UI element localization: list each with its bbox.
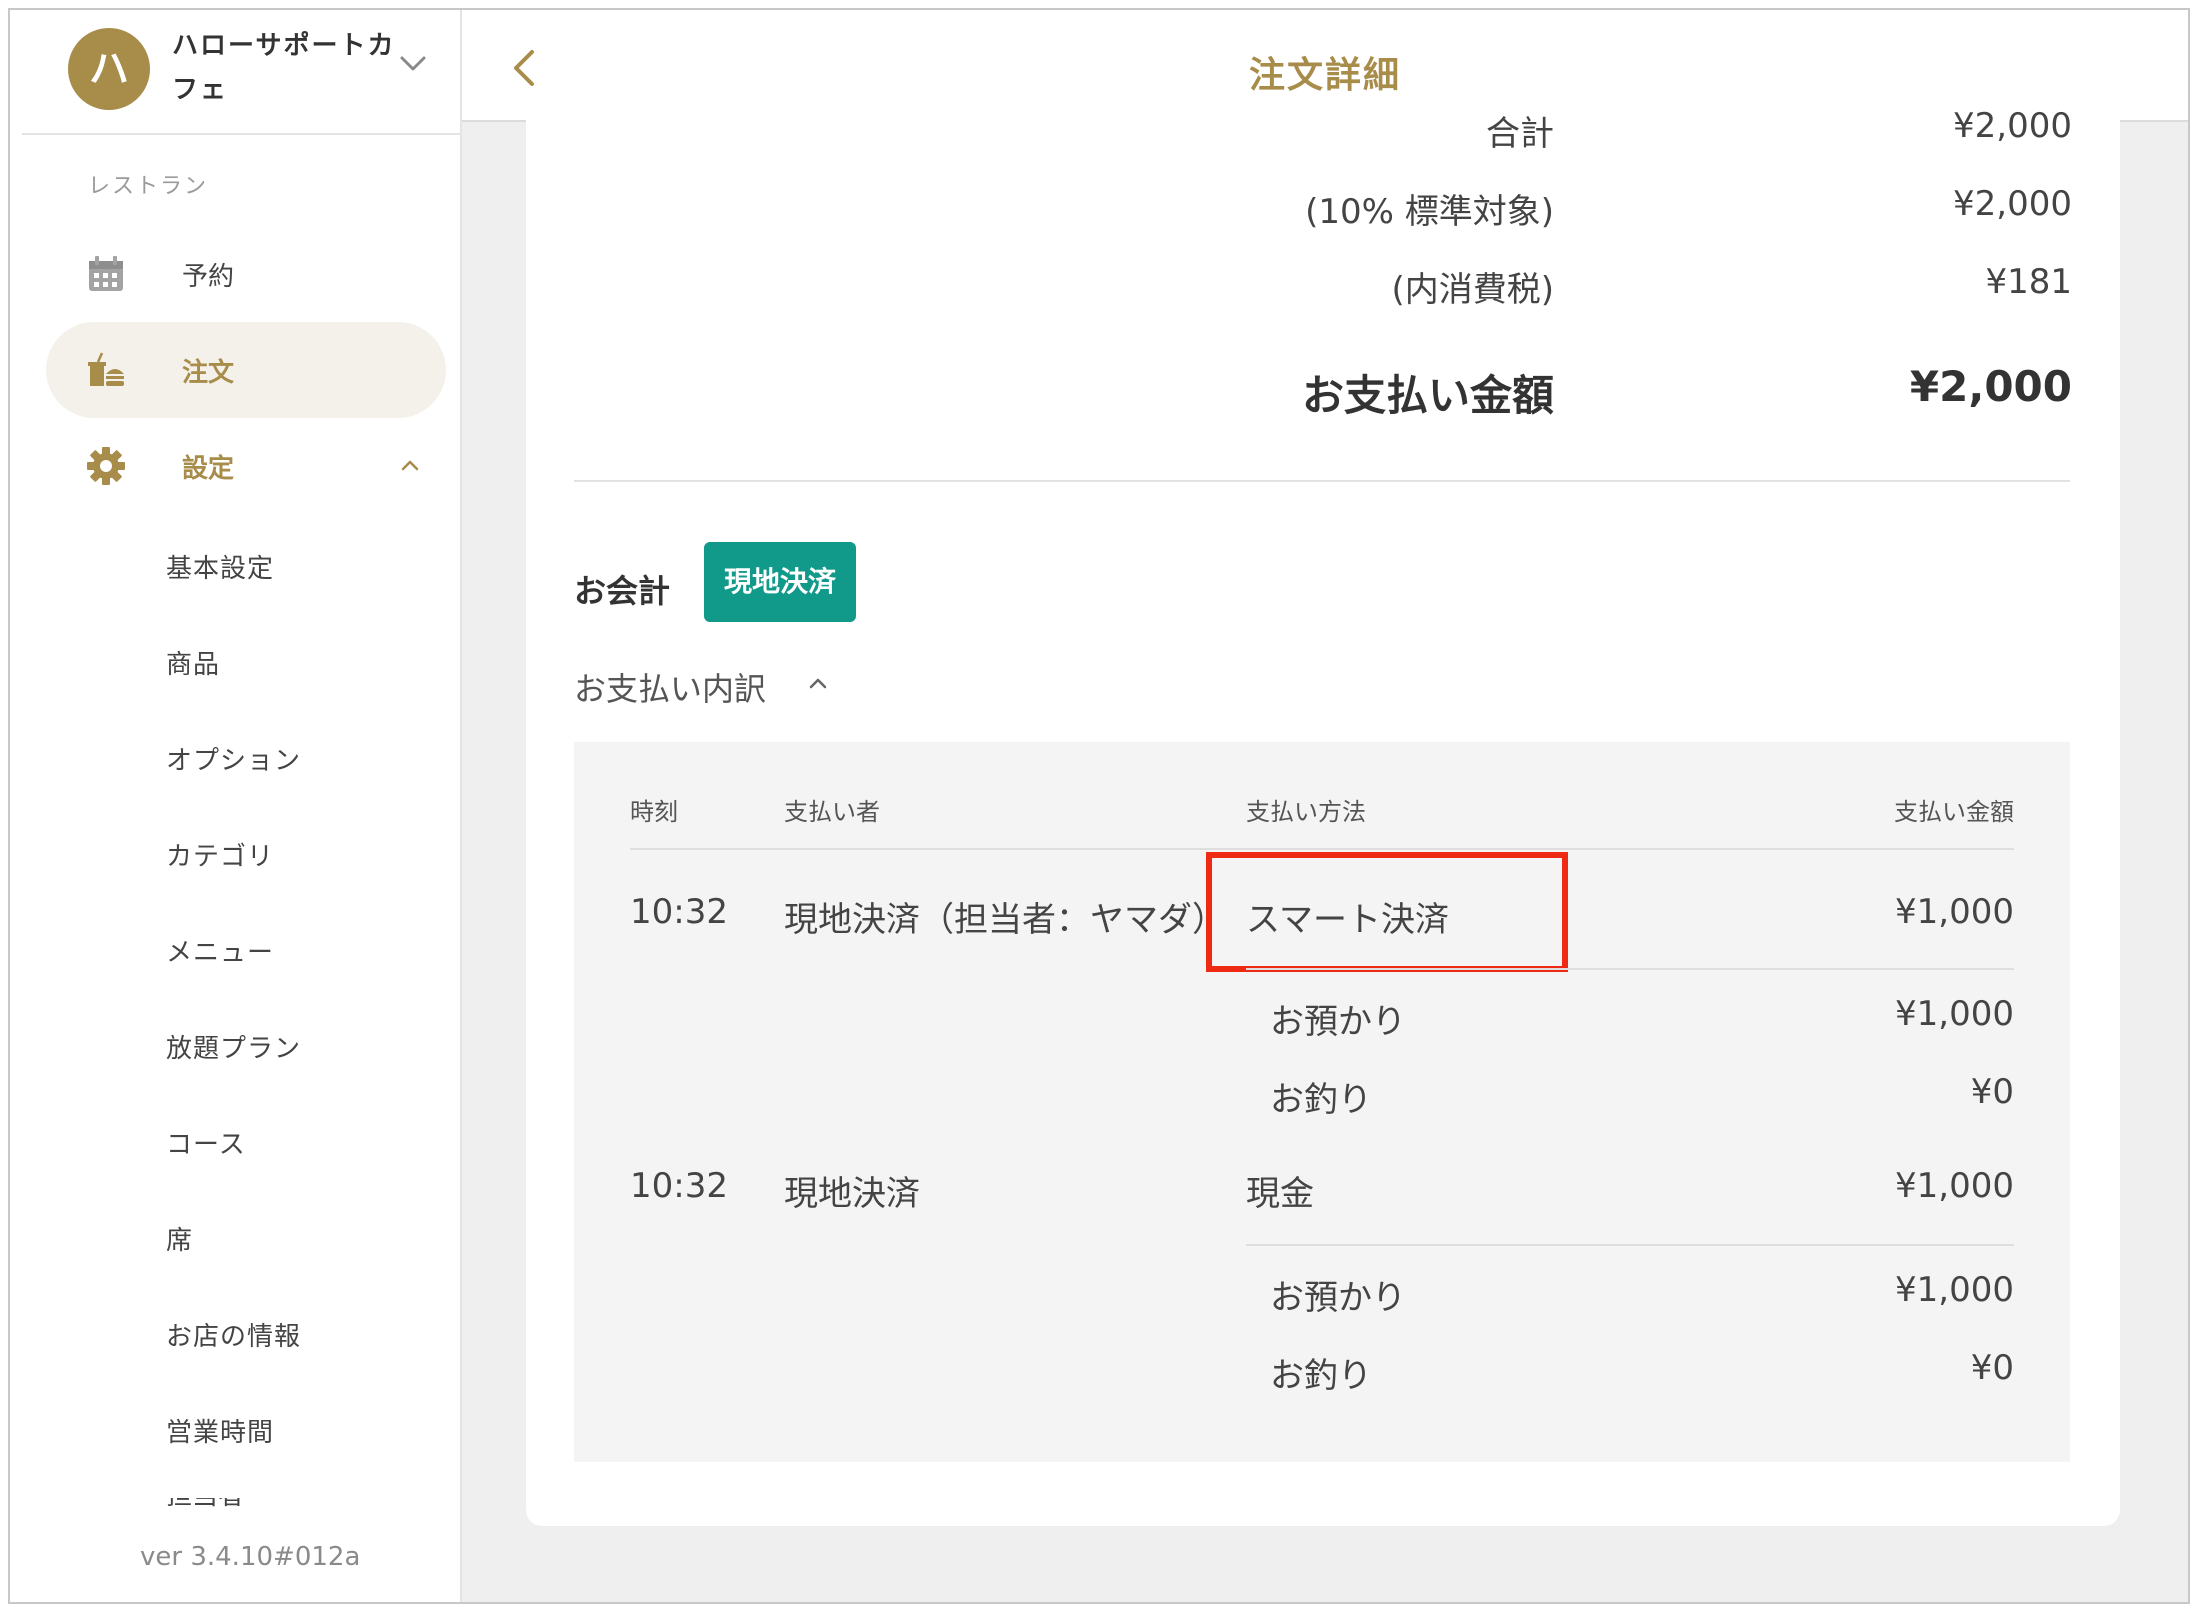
- divider: [1246, 968, 2014, 970]
- sidebar-subitem-staff[interactable]: 担当者: [166, 1498, 244, 1516]
- divider: [1246, 1244, 2014, 1246]
- sidebar-subitem-store-info[interactable]: お店の情報: [166, 1316, 301, 1353]
- sidebar-subitem-products[interactable]: 商品: [166, 644, 220, 681]
- highlight-box: [1206, 852, 1568, 972]
- version-label: ver 3.4.10#012a: [140, 1542, 361, 1572]
- sidebar-subitem-menu[interactable]: メニュー: [166, 932, 274, 969]
- sidebar-item-label: 注文: [182, 358, 235, 388]
- chevron-up-icon[interactable]: [806, 672, 830, 696]
- sidebar-subitem-seats[interactable]: 席: [166, 1220, 193, 1257]
- change-value: ¥0: [1970, 1072, 2014, 1112]
- payment-method: 現金: [1246, 1174, 1314, 1214]
- payment-total-value: ¥2,000: [1909, 362, 2072, 411]
- column-header-payer: 支払い者: [784, 798, 880, 826]
- avatar: ハ: [68, 28, 150, 110]
- sidebar-item-label: 予約: [182, 262, 235, 292]
- sidebar-item-settings[interactable]: 設定: [46, 418, 446, 514]
- payment-total-label: お支払い金額: [1301, 371, 1554, 420]
- deposit-value: ¥1,000: [1895, 994, 2014, 1034]
- store-name: ハローサポートカフェ: [172, 31, 396, 105]
- sidebar: ハ ハローサポートカフェ レストラン 予約 注文 設定 基本設定 商品 オプショ…: [10, 10, 462, 1602]
- calendar-icon: [89, 256, 123, 291]
- payment-amount: ¥1,000: [1895, 1166, 2014, 1206]
- summary-value: ¥181: [1985, 262, 2072, 302]
- sidebar-subitem-courses[interactable]: コース: [166, 1124, 246, 1161]
- deposit-value: ¥1,000: [1895, 1270, 2014, 1310]
- summary-label: 合計: [1486, 114, 1554, 154]
- sidebar-item-orders[interactable]: 注文: [46, 322, 446, 418]
- payment-time: 10:32: [630, 1166, 728, 1206]
- section-label-restaurant: レストラン: [88, 174, 209, 199]
- payment-breakdown-toggle[interactable]: お支払い内訳: [574, 664, 766, 710]
- payment-amount: ¥1,000: [1895, 892, 2014, 932]
- column-header-method: 支払い方法: [1246, 798, 1366, 826]
- sidebar-subitem-categories[interactable]: カテゴリ: [166, 836, 274, 873]
- store-switcher[interactable]: ハ ハローサポートカフェ: [22, 10, 462, 135]
- summary-value: ¥2,000: [1953, 106, 2072, 146]
- chevron-up-icon: [401, 460, 419, 471]
- gear-icon: [87, 447, 125, 485]
- divider: [630, 848, 2014, 850]
- change-label: お釣り: [1270, 1356, 1372, 1396]
- order-detail-card: 合計 ¥2,000 (10% 標準対象) ¥2,000 (内消費税) ¥181 …: [526, 102, 2120, 1526]
- status-badge: 現地決済: [704, 542, 856, 622]
- sidebar-item-label: 設定: [182, 454, 235, 484]
- sidebar-subitem-options[interactable]: オプション: [166, 740, 301, 777]
- accounting-title: お会計: [574, 572, 671, 610]
- payment-payer: 現地決済: [784, 1174, 920, 1214]
- food-tray-icon: [88, 352, 124, 386]
- summary-label: (内消費税): [1391, 270, 1554, 310]
- app-window: ハ ハローサポートカフェ レストラン 予約 注文 設定 基本設定 商品 オプショ…: [8, 8, 2190, 1604]
- sidebar-subitem-basic-settings[interactable]: 基本設定: [166, 548, 274, 585]
- main-content: 合計 ¥2,000 (10% 標準対象) ¥2,000 (内消費税) ¥181 …: [462, 102, 2188, 1602]
- sidebar-subitem-business-hours[interactable]: 営業時間: [166, 1412, 274, 1449]
- summary-label: (10% 標準対象): [1305, 192, 1554, 232]
- payment-payer: 現地決済（担当者：ヤマダ）: [784, 900, 1226, 940]
- change-value: ¥0: [1970, 1348, 2014, 1388]
- column-header-time: 時刻: [630, 798, 678, 826]
- payment-breakdown-table: 時刻 支払い者 支払い方法 支払い金額 10:32 現地決済（担当者：ヤマダ） …: [574, 742, 2070, 1462]
- page-title: 注文詳細: [1248, 55, 1401, 96]
- sidebar-subitem-all-you-can-plans[interactable]: 放題プラン: [166, 1028, 301, 1065]
- chevron-down-icon[interactable]: [398, 48, 428, 78]
- column-header-amount: 支払い金額: [1894, 798, 2014, 826]
- divider: [574, 480, 2070, 482]
- sidebar-item-reservations[interactable]: 予約: [46, 226, 446, 322]
- summary-value: ¥2,000: [1953, 184, 2072, 224]
- deposit-label: お預かり: [1270, 1278, 1406, 1318]
- payment-time: 10:32: [630, 892, 728, 932]
- change-label: お釣り: [1270, 1080, 1372, 1120]
- deposit-label: お預かり: [1270, 1002, 1406, 1042]
